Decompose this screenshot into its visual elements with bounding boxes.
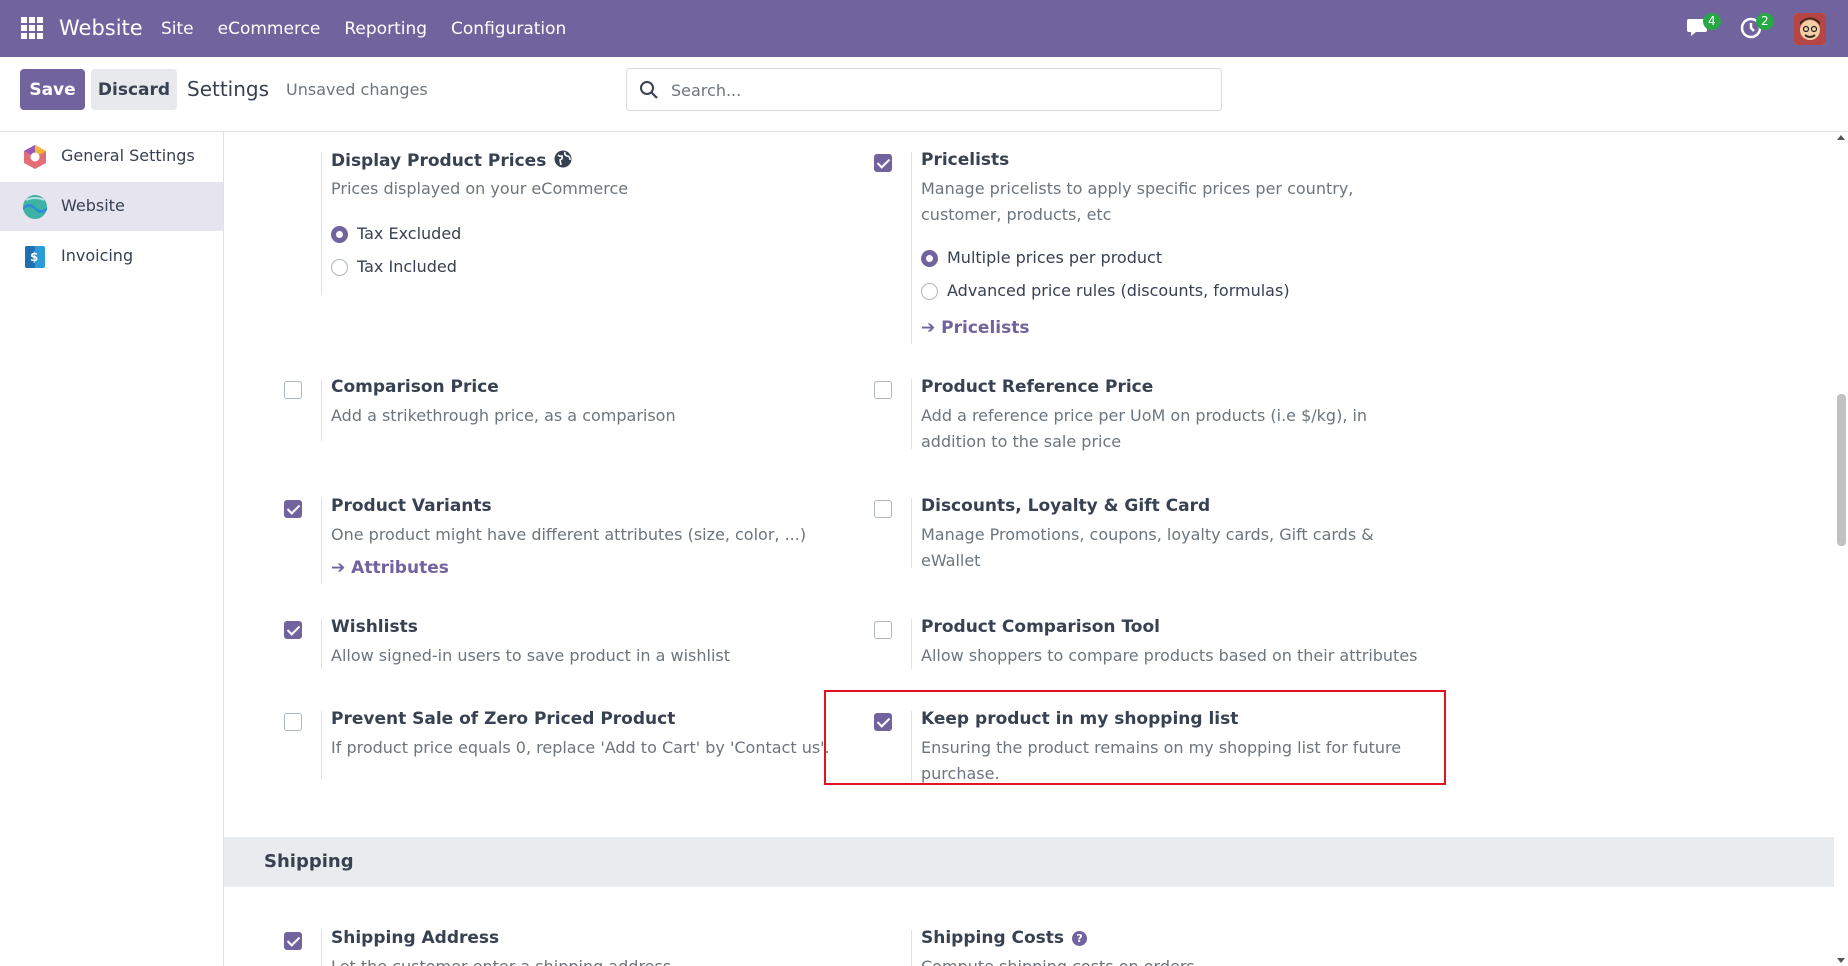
- menu-configuration[interactable]: Configuration: [451, 19, 566, 39]
- radio-dot[interactable]: [921, 283, 938, 300]
- setting-title: Wishlists: [331, 617, 418, 637]
- section-header-shipping: Shipping: [224, 837, 1834, 887]
- discard-button[interactable]: Discard: [91, 69, 177, 110]
- globe-icon: [554, 150, 572, 168]
- setting-title: Shipping Address: [331, 928, 500, 948]
- highlight-box: [824, 690, 1446, 785]
- search-box[interactable]: [626, 68, 1222, 111]
- setting-title: Discounts, Loyalty & Gift Card: [921, 496, 1211, 516]
- setting-title: Shipping Costs?: [921, 928, 1088, 948]
- setting-divider: [911, 930, 912, 966]
- user-avatar[interactable]: [1794, 13, 1826, 45]
- discounts-checkbox[interactable]: [874, 500, 892, 518]
- setting-description: Manage Promotions, coupons, loyalty card…: [921, 525, 1374, 570]
- radio-label: Advanced price rules (discounts, formula…: [947, 281, 1290, 300]
- setting-title: Product Variants: [331, 496, 492, 516]
- sidebar-item-label: Invoicing: [61, 246, 134, 265]
- setting-description: Manage pricelists to apply specific pric…: [921, 179, 1354, 224]
- setting-divider: [911, 498, 912, 568]
- radio-label: Tax Included: [357, 257, 457, 276]
- setting-title: Prevent Sale of Zero Priced Product: [331, 709, 676, 729]
- setting-divider: [321, 498, 322, 584]
- setting-description: If product price equals 0, replace 'Add …: [331, 738, 830, 757]
- arrow-right-icon: ➔: [921, 318, 936, 338]
- setting-description: Prices displayed on your eCommerce: [331, 179, 629, 198]
- section-title: Shipping: [264, 851, 354, 872]
- shipping-address-checkbox[interactable]: [284, 932, 302, 950]
- search-icon: [640, 81, 658, 99]
- link-text: Attributes: [351, 558, 449, 578]
- vertical-scrollbar[interactable]: [1834, 132, 1848, 966]
- setting-divider: [321, 930, 322, 966]
- setting-divider: [911, 619, 912, 669]
- setting-description: Allow shoppers to compare products based…: [921, 646, 1418, 665]
- sidebar-item-invoicing[interactable]: $ Invoicing: [0, 232, 223, 281]
- apps-menu-icon[interactable]: [21, 17, 43, 39]
- setting-title-text: Display Product Prices: [331, 151, 547, 171]
- setting-divider: [321, 379, 322, 441]
- page-title: Settings: [187, 77, 270, 101]
- setting-title: Product Reference Price: [921, 377, 1154, 397]
- scroll-thumb[interactable]: [1837, 394, 1846, 546]
- main-menu: Site eCommerce Reporting Configuration: [161, 19, 566, 39]
- radio-dot[interactable]: [331, 226, 348, 243]
- setting-description: Add a reference price per UoM on product…: [921, 406, 1368, 451]
- link-text: Pricelists: [941, 318, 1030, 338]
- radio-label: Multiple prices per product: [947, 248, 1163, 267]
- setting-divider: [321, 711, 322, 779]
- website-icon: [23, 195, 47, 219]
- setting-divider: [911, 152, 912, 344]
- radio-dot[interactable]: [331, 259, 348, 276]
- setting-description: One product might have different attribu…: [331, 525, 807, 544]
- settings-sidebar: General Settings Website $ Invoicing: [0, 132, 224, 966]
- invoicing-icon: $: [25, 246, 45, 268]
- setting-title: Display Product Prices: [331, 150, 572, 171]
- radio-dot[interactable]: [921, 250, 938, 267]
- comparison-tool-checkbox[interactable]: [874, 621, 892, 639]
- setting-description: Allow signed-in users to save product in…: [331, 646, 731, 665]
- sidebar-item-label: General Settings: [61, 146, 195, 165]
- setting-description: Let the customer enter a shipping addres…: [331, 954, 671, 966]
- reference-price-checkbox[interactable]: [874, 381, 892, 399]
- sidebar-item-label: Website: [61, 196, 125, 215]
- odoo-icon: [24, 145, 46, 169]
- setting-title: Pricelists: [921, 150, 1010, 170]
- setting-description: Compute shipping costs on orders: [921, 954, 1195, 966]
- svg-text:$: $: [30, 250, 38, 264]
- scroll-up-arrow-icon[interactable]: [1837, 135, 1845, 140]
- app-brand[interactable]: Website: [59, 16, 143, 40]
- control-panel: Save Discard Settings Unsaved changes: [0, 57, 1848, 132]
- scroll-down-arrow-icon[interactable]: [1837, 958, 1845, 963]
- product-variants-checkbox[interactable]: [284, 500, 302, 518]
- top-navbar: Website Site eCommerce Reporting Configu…: [0, 0, 1848, 57]
- setting-divider: [911, 379, 912, 449]
- activity-count-badge: 2: [1756, 13, 1774, 30]
- sidebar-item-website[interactable]: Website: [0, 182, 223, 231]
- menu-reporting[interactable]: Reporting: [344, 19, 427, 39]
- menu-site[interactable]: Site: [161, 19, 194, 39]
- settings-content: Display Product Prices Prices displayed …: [224, 132, 1834, 966]
- sidebar-item-general-settings[interactable]: General Settings: [0, 132, 223, 181]
- setting-divider: [321, 152, 322, 294]
- save-button[interactable]: Save: [20, 69, 85, 110]
- search-input[interactable]: [671, 77, 1211, 103]
- arrow-right-icon: ➔: [331, 558, 346, 578]
- setting-divider: [321, 619, 322, 669]
- help-icon[interactable]: ?: [1072, 931, 1088, 946]
- setting-title: Comparison Price: [331, 377, 499, 397]
- setting-title: Product Comparison Tool: [921, 617, 1160, 637]
- comparison-price-checkbox[interactable]: [284, 381, 302, 399]
- unsaved-status: Unsaved changes: [286, 80, 428, 99]
- zero-price-checkbox[interactable]: [284, 713, 302, 731]
- chat-count-badge: 4: [1703, 13, 1721, 30]
- pricelists-link[interactable]: ➔ Pricelists: [921, 318, 1029, 338]
- wishlists-checkbox[interactable]: [284, 621, 302, 639]
- pricelists-checkbox[interactable]: [874, 154, 892, 172]
- setting-description: Add a strikethrough price, as a comparis…: [331, 406, 676, 425]
- radio-label: Tax Excluded: [357, 224, 462, 243]
- attributes-link[interactable]: ➔ Attributes: [331, 558, 449, 578]
- setting-title-text: Shipping Costs: [921, 928, 1065, 948]
- menu-ecommerce[interactable]: eCommerce: [218, 19, 321, 39]
